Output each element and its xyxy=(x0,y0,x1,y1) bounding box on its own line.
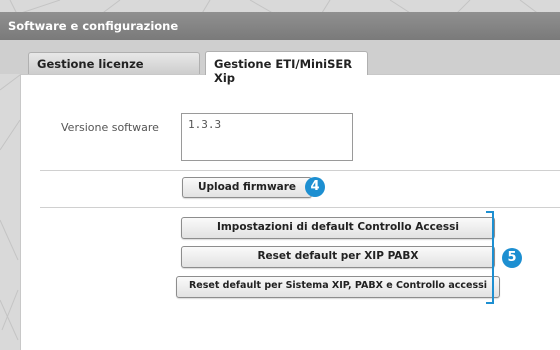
reset-system-button[interactable]: Reset default per Sistema XIP, PABX e Co… xyxy=(176,276,500,298)
divider xyxy=(40,170,560,171)
window-title-bar: Software e configurazione xyxy=(0,12,560,40)
callout-badge-4: 4 xyxy=(305,177,325,197)
default-access-control-button[interactable]: Impostazioni di default Controllo Access… xyxy=(181,217,495,239)
software-version-field[interactable]: 1.3.3 xyxy=(181,113,353,161)
tab-gestione-eti-miniser[interactable]: Gestione ETI/MiniSER Xip xyxy=(205,51,368,85)
upload-firmware-button[interactable]: Upload firmware xyxy=(182,177,312,198)
software-version-label: Versione software xyxy=(61,121,159,134)
window-title: Software e configurazione xyxy=(8,19,179,33)
callout-bracket xyxy=(486,211,494,304)
reset-xip-pabx-button[interactable]: Reset default per XIP PABX xyxy=(181,246,495,268)
divider xyxy=(40,207,560,208)
callout-badge-5: 5 xyxy=(502,248,522,268)
tab-gestione-licenze[interactable]: Gestione licenze xyxy=(28,52,200,74)
